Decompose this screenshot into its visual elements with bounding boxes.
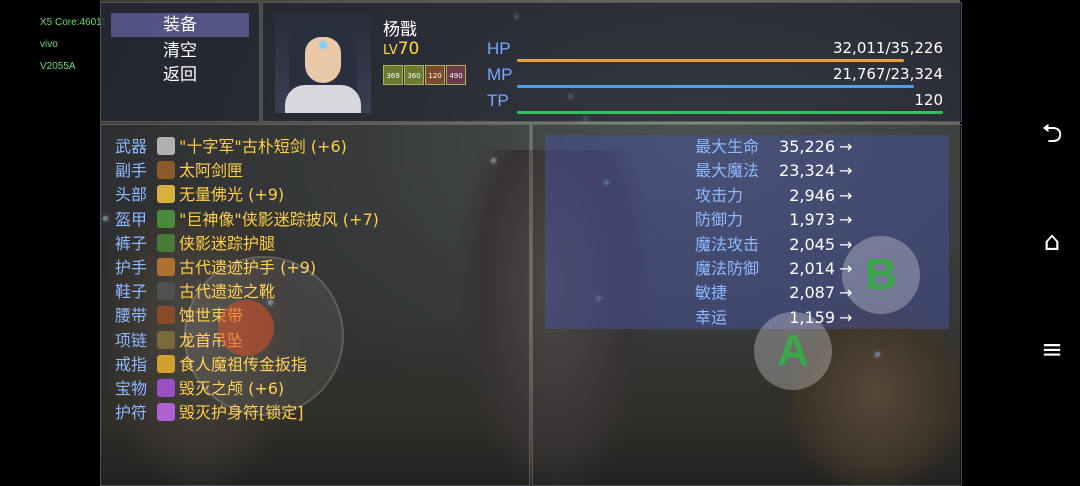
stat-name: 最大生命	[695, 137, 760, 156]
device-model: V2055A	[40, 61, 76, 72]
belt-icon	[157, 306, 175, 325]
stat-arrow: →	[839, 161, 853, 181]
equipment-slot: 宝物	[115, 379, 148, 398]
equipment-row[interactable]: 武器 "十字军"古朴短剑 (+6)	[115, 135, 347, 159]
stat-value: 35,226	[779, 137, 835, 156]
sword-icon	[157, 137, 175, 155]
hp-label: HP	[487, 39, 511, 58]
tp-label: TP	[487, 91, 509, 110]
equipment-row[interactable]: 盔甲 "巨神像"侠影迷踪披风 (+7)	[115, 208, 379, 232]
menu-item-back[interactable]: 返回	[111, 63, 249, 87]
tp-bar: TP 120	[487, 91, 943, 117]
stat-name: 防御力	[695, 210, 744, 230]
stat-row: 敏捷 2,087 →	[545, 281, 852, 305]
buff-list: 369 360 120 490	[383, 65, 466, 85]
stat-name: 攻击力	[695, 185, 744, 205]
mp-label: MP	[487, 65, 513, 84]
boots-icon	[157, 282, 175, 301]
stat-arrow: →	[839, 307, 853, 327]
hp-fill	[517, 59, 905, 62]
b-button[interactable]: B	[842, 236, 920, 314]
stat-row: 最大生命 35,226 →	[545, 135, 852, 159]
stat-arrow: →	[839, 210, 853, 230]
amulet-icon	[157, 403, 175, 422]
cloak-icon	[157, 209, 175, 228]
equipment-name: "巨神像"侠影迷踪披风 (+7)	[179, 209, 379, 229]
equipment-slot: 腰带	[115, 306, 148, 326]
stat-value: 2,087	[789, 283, 835, 303]
hp-value: 32,011/35,226	[832, 39, 943, 57]
equipment-slot: 护手	[115, 258, 148, 277]
stat-name: 敏捷	[695, 283, 728, 303]
stat-name: 魔法攻击	[695, 234, 760, 254]
joystick-knob[interactable]	[218, 300, 274, 356]
stat-arrow: →	[839, 137, 853, 156]
stat-row: 最大魔法 23,324 →	[545, 159, 852, 183]
buff-icon: 360	[404, 65, 424, 85]
system-info: X5 Core:46011 vivo V2055A	[40, 12, 107, 78]
character-panel: 杨戬 LV70 369 360 120 490 HP 32,011/35,226…	[262, 2, 962, 122]
stat-row: 防御力 1,973 →	[545, 208, 852, 232]
equipment-slot: 戒指	[115, 354, 148, 374]
command-menu: 装备 清空 返回	[100, 2, 260, 122]
equipment-row[interactable]: 裤子 侠影迷踪护腿	[115, 232, 275, 256]
equipment-slot: 项链	[115, 330, 148, 350]
stat-row: 魔法攻击 2,045 →	[545, 233, 852, 257]
menu-icon[interactable]: ≡	[1030, 328, 1074, 372]
stat-name: 最大魔法	[695, 161, 760, 181]
equipment-slot: 头部	[115, 185, 148, 205]
equipment-name: 无量佛光 (+9)	[179, 185, 285, 205]
box-icon	[157, 161, 175, 180]
menu-item-clear[interactable]: 清空	[111, 39, 249, 63]
legs-icon	[157, 233, 175, 252]
halo-icon	[157, 185, 175, 204]
buff-icon: 490	[446, 65, 466, 85]
resource-bars: HP 32,011/35,226 MP 21,767/23,324 TP 120	[487, 39, 943, 117]
stat-value: 2,014	[789, 259, 835, 278]
a-button[interactable]: A	[754, 312, 832, 390]
equipment-name: "十字军"古朴短剑 (+6)	[179, 137, 347, 156]
stat-row: 攻击力 2,946 →	[545, 184, 852, 208]
stat-value: 23,324	[779, 161, 835, 181]
equipment-slot: 护符	[115, 403, 148, 423]
device-brand: vivo	[40, 39, 58, 50]
stat-arrow: →	[839, 185, 853, 205]
buff-icon: 120	[425, 65, 445, 85]
character-portrait	[275, 13, 371, 113]
back-icon[interactable]: ⮌	[1030, 112, 1074, 156]
level-prefix: LV	[383, 43, 398, 58]
equipment-slot: 裤子	[115, 233, 148, 253]
mp-fill	[517, 85, 915, 88]
stat-name: 幸运	[695, 307, 728, 327]
character-name: 杨戬	[383, 20, 417, 40]
stat-row: 魔法防御 2,014 →	[545, 257, 852, 281]
mp-bar: MP 21,767/23,324	[487, 65, 943, 91]
gauntlet-icon	[157, 258, 175, 276]
hp-bar: HP 32,011/35,226	[487, 39, 943, 65]
buff-icon: 369	[383, 65, 403, 85]
skull-icon	[157, 379, 175, 397]
equipment-slot: 盔甲	[115, 209, 148, 229]
necklace-icon	[157, 330, 175, 349]
ring-icon	[157, 354, 175, 373]
stat-value: 1,973	[789, 210, 835, 230]
equipment-row[interactable]: 头部 无量佛光 (+9)	[115, 183, 284, 207]
home-icon[interactable]: ⌂	[1030, 220, 1074, 264]
stat-value: 2,045	[789, 234, 835, 254]
stat-name: 魔法防御	[695, 259, 760, 278]
equipment-slot: 鞋子	[115, 282, 148, 302]
level-value: 70	[397, 39, 420, 59]
equipment-row[interactable]: 副手 太阿剑匣	[115, 159, 243, 183]
equipment-name: 太阿剑匣	[179, 161, 244, 181]
equipment-name: 侠影迷踪护腿	[179, 233, 276, 253]
menu-item-equip[interactable]: 装备	[111, 13, 249, 37]
mp-value: 21,767/23,324	[832, 65, 943, 83]
equipment-slot: 副手	[115, 161, 148, 181]
tp-value: 120	[914, 91, 943, 109]
equipment-slot: 武器	[115, 137, 148, 156]
tp-fill	[517, 111, 943, 114]
core-version: X5 Core:46011	[40, 17, 107, 28]
character-level: LV70	[383, 39, 419, 59]
stat-value: 2,946	[789, 185, 835, 205]
